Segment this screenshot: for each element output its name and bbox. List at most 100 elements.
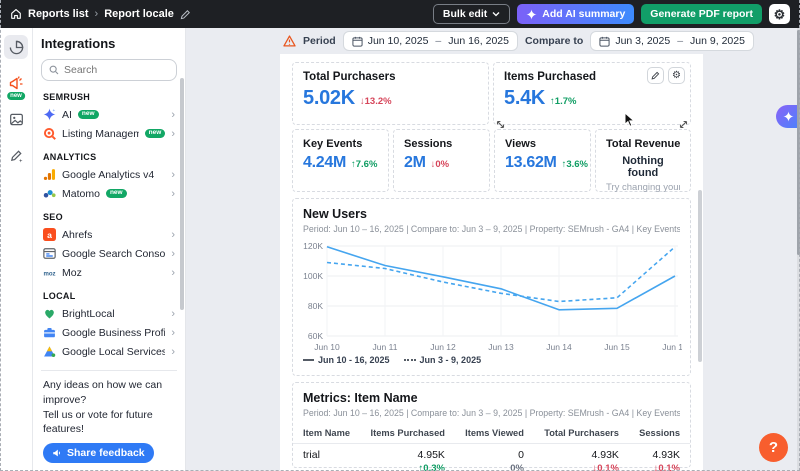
sidebar-item-ahrefs[interactable]: a Ahrefs › [41,225,177,244]
home-icon[interactable] [10,8,22,20]
svg-text:a: a [47,230,52,240]
rail-integrations-button[interactable]: new [4,71,28,95]
chevron-right-icon: › [171,128,175,140]
column-header-total-purchasers[interactable]: Total Purchasers [534,423,629,444]
compare-end: Jun 9, 2025 [690,35,745,47]
edit-report-name-icon[interactable] [180,9,191,20]
moz-icon: moz [43,266,56,279]
metrics-table: Item NameItems PurchasedItems ViewedTota… [293,423,690,471]
chevron-right-icon: › [171,267,175,279]
google-business-profile-icon [43,326,56,339]
widget-settings-button[interactable]: ⚙ [668,67,685,84]
metrics-table-header: Item NameItems PurchasedItems ViewedTota… [293,423,690,444]
breadcrumb-reports-list[interactable]: Reports list [28,8,89,20]
sidebar-item-google-business-profile[interactable]: Google Business Profile› [41,323,177,342]
search-input[interactable] [64,64,169,76]
rail-ai-writer-button[interactable] [4,143,28,167]
table-row[interactable]: trial4.95K↑0.3%00%4.93K↓0.1%4.93K↓0.1% [293,444,690,471]
chart-title: New Users [303,207,680,221]
generate-pdf-report-button[interactable]: Generate PDF report [641,4,762,24]
svg-text:Jun 11: Jun 11 [373,342,398,352]
canvas-scrollbar[interactable] [698,190,702,362]
google-analytics-icon [43,168,56,181]
pencil-sparkle-icon [9,148,24,163]
svg-text:120K: 120K [303,241,323,251]
sidebar-item-matomo[interactable]: Matomonew› [41,184,177,203]
sidebar-item-google-search-console[interactable]: Google Search Console› [41,244,177,263]
breadcrumb: Reports list › Report locale [10,8,191,20]
search-icon [49,65,59,75]
bulk-edit-button[interactable]: Bulk edit [433,4,510,24]
column-header-sessions[interactable]: Sessions [629,423,690,444]
gear-icon: ⚙ [672,70,681,81]
compare-date-range[interactable]: Jun 3, 2025 – Jun 9, 2025 [590,31,754,51]
column-header-item-name[interactable]: Item Name [293,423,360,444]
search-box[interactable] [41,59,177,81]
metric-delta: ↓13.2% [360,96,392,107]
mouse-cursor [624,112,636,128]
legend-compare-period[interactable]: Jun 3 - 9, 2025 [404,355,482,365]
sidebar-title: Integrations [41,36,177,51]
total-purchasers-widget[interactable]: Total Purchasers 5.02K ↓13.2% [292,62,489,125]
sidebar-item-moz[interactable]: mozMoz› [41,263,177,282]
brightlocal-icon [43,307,56,320]
total-revenue-widget[interactable]: Total Revenue Nothing found Try changing… [595,129,691,192]
chevron-right-icon: › [171,248,175,260]
new-badge: new [145,129,166,139]
image-icon [9,112,24,127]
sidebar-item-ai[interactable]: AInew› [41,105,177,124]
ahrefs-icon: a [43,228,56,241]
chevron-right-icon: › [171,229,175,241]
metric-value: 5.02K [303,87,355,110]
share-feedback-button[interactable]: Share feedback [43,443,154,463]
metrics-item-name-widget[interactable]: Metrics: Item Name Period: Jun 10 – 16, … [292,382,691,468]
period-date-range[interactable]: Jun 10, 2025 – Jun 16, 2025 [343,31,518,51]
metric-cell: 4.93K↓0.1% [629,444,690,471]
sidebar-item-label: Listing Management [62,128,139,140]
column-header-items-viewed[interactable]: Items Viewed [455,423,534,444]
svg-text:Jun 12: Jun 12 [430,342,456,352]
sidebar-scrollbar[interactable] [180,78,184,310]
listing-management-icon [43,127,56,140]
svg-text:Jun 14: Jun 14 [546,342,572,352]
sidebar-item-brightlocal[interactable]: BrightLocal› [41,304,177,323]
metrics-subtitle: Period: Jun 10 – 16, 2025 | Compare to: … [303,408,680,418]
edit-widget-button[interactable] [647,67,664,84]
resize-handle-icon[interactable] [496,120,505,129]
column-header-items-purchased[interactable]: Items Purchased [360,423,455,444]
ai-sparkle-icon [43,108,56,121]
sidebar-item-label: Google Local Services Ads [62,346,165,358]
new-badge: new [78,110,99,120]
rail-reports-button[interactable] [4,35,28,59]
resize-handle-icon[interactable] [679,120,688,129]
items-purchased-widget[interactable]: Items Purchased 5.4K ↑1.7% ⚙ [493,62,691,125]
period-bar: Period Jun 10, 2025 – Jun 16, 2025 Compa… [283,31,754,51]
sparkle-icon [783,111,794,122]
views-widget[interactable]: Views 13.62M ↑3.6% [494,129,591,192]
section-label-semrush: SEMRUSH [43,92,175,102]
chevron-right-icon: › [171,188,175,200]
top-bar: Reports list › Report locale Bulk edit A… [0,0,800,28]
matomo-icon [43,187,56,200]
legend-current-period[interactable]: Jun 10 - 16, 2025 [303,355,390,365]
metric-delta: ↑7.6% [351,159,377,170]
settings-gear-button[interactable]: ⚙ [769,4,790,24]
new-users-widget[interactable]: New Users Period: Jun 10 – 16, 2025 | Co… [292,198,691,376]
feedback-box: Any ideas on how we can improve? Tell us… [41,370,177,465]
warning-icon [283,35,296,47]
add-ai-summary-button[interactable]: Add AI summary [517,4,634,24]
rail-new-badge: new [6,91,26,101]
sidebar-item-label: Google Analytics v4 [62,169,154,181]
sidebar-item-label: Ahrefs [62,229,92,241]
key-events-widget[interactable]: Key Events 4.24M ↑7.6% [292,129,389,192]
sidebar-item-google-analytics-v4[interactable]: Google Analytics v4› [41,165,177,184]
chart-subtitle: Period: Jun 10 – 16, 2025 | Compare to: … [303,224,680,234]
rail-media-button[interactable] [4,107,28,131]
help-button[interactable]: ? [759,433,788,462]
metric-cell: 4.95K↑0.3% [360,444,455,471]
sidebar-item-google-local-services-ads[interactable]: Google Local Services Ads› [41,342,177,361]
chart-legend: Jun 10 - 16, 2025 Jun 3 - 9, 2025 [303,355,680,365]
metric-value: 2M [404,154,426,172]
sessions-widget[interactable]: Sessions 2M ↓0% [393,129,490,192]
sidebar-item-listing-management[interactable]: Listing Management new › [41,124,177,143]
